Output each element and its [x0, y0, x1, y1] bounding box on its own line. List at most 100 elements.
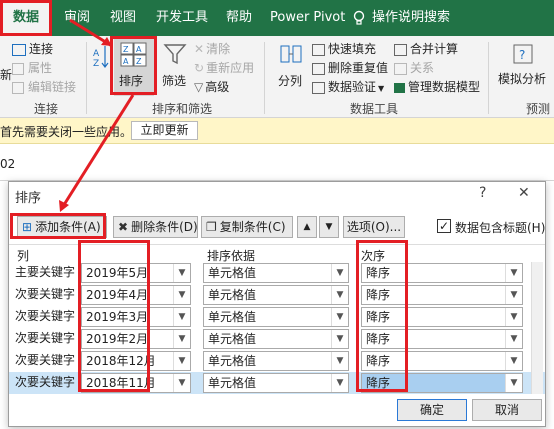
order-select[interactable]: 降序 ▼ — [361, 329, 523, 349]
close-button[interactable]: ✕ — [518, 185, 530, 201]
column-select[interactable]: 2019年2月 ▼ — [81, 329, 191, 349]
order-select[interactable]: 降序 ▼ — [361, 307, 523, 327]
order-select[interactable]: 降序 ▼ — [361, 263, 523, 283]
manage-data-model-label: 管理数据模型 — [408, 80, 481, 94]
relationships-button[interactable]: 关系 — [394, 59, 434, 76]
edit-links-button[interactable]: 编辑链接 — [12, 78, 76, 95]
group-separator — [86, 42, 87, 114]
sort-on-select[interactable]: 单元格值 ▼ — [203, 285, 349, 305]
has-header-checkbox[interactable]: ✓ — [437, 219, 451, 233]
chevron-down-icon: ▼ — [505, 264, 522, 282]
ok-button[interactable]: 确定 — [397, 399, 467, 421]
sort-level-row[interactable]: 次要关键字 2019年3月 ▼ 单元格值 ▼ 降序 ▼ — [9, 306, 545, 328]
remove-duplicates-button[interactable]: 删除重复值 — [312, 59, 388, 76]
reapply-icon: ↻ — [194, 61, 205, 75]
update-now-button[interactable]: 立即更新 — [131, 121, 198, 140]
sort-level-row[interactable]: 次要关键字 2018年12月 ▼ 单元格值 ▼ 降序 ▼ — [9, 350, 545, 372]
ribbon-body: 新 连接 属性 编辑链接 连接 AZ ZAAZ 排序 筛选 ✕ 清除 ↻ 重新应用 … — [0, 36, 554, 118]
chevron-down-icon: ▼ — [505, 286, 522, 304]
has-header-label: 数据包含标题(H) — [455, 221, 546, 235]
sort-level-row[interactable]: 次要关键字 2019年4月 ▼ 单元格值 ▼ 降序 ▼ — [9, 284, 545, 306]
sort-on-value: 单元格值 — [208, 266, 257, 280]
sort-on-select[interactable]: 单元格值 ▼ — [203, 329, 349, 349]
sheet-edge — [0, 215, 8, 415]
arrow-up-icon: ▲ — [303, 222, 311, 232]
data-model-icon — [394, 82, 405, 93]
column-select[interactable]: 2019年4月 ▼ — [81, 285, 191, 305]
column-select[interactable]: 2019年3月 ▼ — [81, 307, 191, 327]
sort-dialog: 排序 ? ✕ ⊞ 添加条件(A) ✖ 删除条件(D) ❐ 复制条件(C) ▲ ▼ 选项… — [8, 181, 546, 427]
consolidate-button[interactable]: 合并计算 — [394, 40, 458, 57]
tell-me-search[interactable]: 操作说明搜索 — [372, 0, 450, 36]
data-validation-button[interactable]: 数据验证 ▼ — [312, 78, 384, 95]
arrow-down-icon: ▼ — [325, 222, 333, 232]
order-select[interactable]: 降序 ▼ — [361, 285, 523, 305]
connections-button[interactable]: 连接 — [12, 40, 53, 57]
sort-button[interactable]: ZAAZ 排序 — [114, 38, 154, 96]
consolidate-label: 合并计算 — [410, 42, 459, 56]
sort-level-row[interactable]: 次要关键字 2019年2月 ▼ 单元格值 ▼ 降序 ▼ — [9, 328, 545, 350]
rows-scrollbar[interactable] — [531, 262, 543, 394]
sort-on-select[interactable]: 单元格值 ▼ — [203, 351, 349, 371]
order-value: 降序 — [366, 288, 391, 302]
column-value: 2019年5月 — [86, 266, 149, 280]
help-button[interactable]: ? — [479, 185, 486, 201]
chevron-down-icon: ▼ — [173, 286, 190, 304]
add-level-button[interactable]: ⊞ 添加条件(A) — [17, 216, 107, 238]
order-select[interactable]: 降序 ▼ — [361, 351, 523, 371]
flash-fill-button[interactable]: 快速填充 — [312, 40, 376, 57]
svg-text:A: A — [123, 57, 129, 66]
delete-level-button[interactable]: ✖ 删除条件(D) — [113, 216, 198, 238]
chevron-down-icon: ▼ — [331, 352, 348, 370]
data-validation-label: 数据验证 — [328, 80, 377, 94]
manage-data-model-button[interactable]: 管理数据模型 — [394, 78, 480, 95]
column-select[interactable]: 2018年12月 ▼ — [81, 351, 191, 371]
column-select[interactable]: 2019年5月 ▼ — [81, 263, 191, 283]
sort-on-value: 单元格值 — [208, 376, 257, 390]
options-button[interactable]: 选项(O)... — [343, 216, 405, 238]
advanced-button[interactable]: ▽ 高级 — [194, 78, 229, 95]
sort-level-row-selected[interactable]: 次要关键字 2018年11月 ▼ 单元格值 ▼ 降序 ▼ — [9, 372, 545, 394]
move-up-button[interactable]: ▲ — [297, 216, 317, 238]
properties-icon — [12, 62, 24, 75]
column-select[interactable]: 2018年11月 ▼ — [81, 373, 191, 393]
order-value: 降序 — [366, 332, 391, 346]
chevron-down-icon: ▼ — [505, 374, 522, 392]
ribbon-tab-bar: 数据 审阅 视图 开发工具 帮助 Power Pivot 操作说明搜索 — [0, 0, 554, 36]
filter-button[interactable]: 筛选 — [160, 40, 190, 96]
what-if-analysis-button[interactable]: ? 模拟分析 — [494, 40, 552, 96]
tab-power-pivot[interactable]: Power Pivot — [270, 0, 345, 36]
sort-on-select[interactable]: 单元格值 ▼ — [203, 373, 349, 393]
svg-text:A: A — [136, 45, 142, 54]
lightbulb-icon — [352, 0, 366, 36]
tab-data[interactable]: 数据 — [0, 0, 52, 36]
sort-on-value: 单元格值 — [208, 354, 257, 368]
svg-text:Z: Z — [136, 57, 142, 66]
group-separator — [488, 42, 489, 114]
row-key-label: 次要关键字 — [15, 353, 76, 367]
chevron-down-icon: ▼ — [173, 352, 190, 370]
copy-level-button[interactable]: ❐ 复制条件(C) — [201, 216, 293, 238]
move-down-button[interactable]: ▼ — [319, 216, 339, 238]
sort-az-button[interactable]: AZ — [92, 42, 110, 82]
chevron-down-icon: ▼ — [505, 352, 522, 370]
tab-review[interactable]: 审阅 — [64, 0, 90, 36]
reapply-button[interactable]: ↻ 重新应用 — [194, 59, 254, 76]
sort-level-row[interactable]: 主要关键字 2019年5月 ▼ 单元格值 ▼ 降序 ▼ — [9, 262, 545, 284]
column-value: 2019年3月 — [86, 310, 149, 324]
tab-developer[interactable]: 开发工具 — [156, 0, 208, 36]
sort-on-select[interactable]: 单元格值 ▼ — [203, 263, 349, 283]
text-to-columns-button[interactable]: 分列 — [276, 40, 306, 96]
sort-on-value: 单元格值 — [208, 332, 257, 346]
order-select[interactable]: 降序 ▼ — [361, 373, 523, 393]
sort-on-select[interactable]: 单元格值 ▼ — [203, 307, 349, 327]
divider — [9, 244, 545, 245]
tab-help[interactable]: 帮助 — [226, 0, 252, 36]
clear-button[interactable]: ✕ 清除 — [194, 40, 230, 57]
tab-view[interactable]: 视图 — [110, 0, 136, 36]
add-level-label: 添加条件(A) — [35, 220, 101, 234]
properties-button[interactable]: 属性 — [12, 59, 52, 76]
cancel-button[interactable]: 取消 — [472, 399, 542, 421]
cell-reference[interactable]: 02 — [0, 157, 15, 171]
column-value: 2018年12月 — [86, 354, 156, 368]
